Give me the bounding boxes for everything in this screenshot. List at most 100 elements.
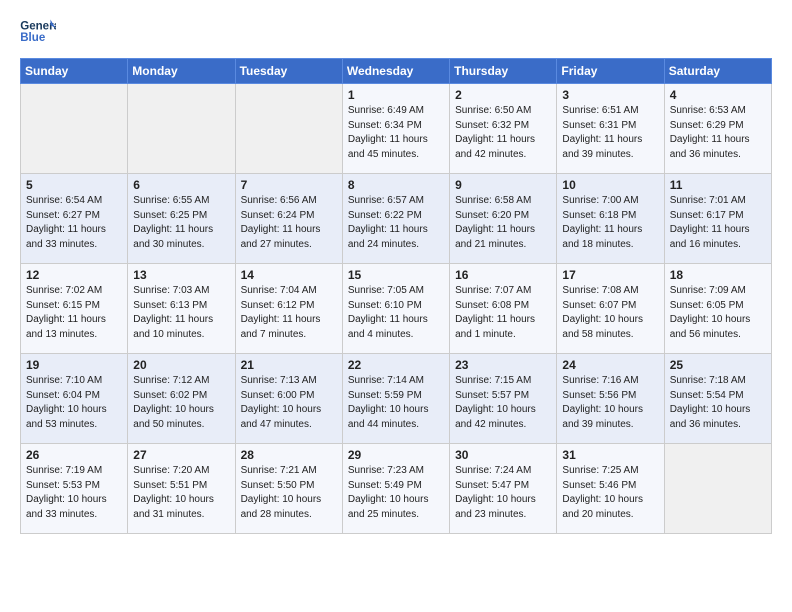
day-info: Sunrise: 6:56 AM Sunset: 6:24 PM Dayligh… <box>241 194 337 252</box>
calendar-cell: 25 Sunrise: 7:18 AM Sunset: 5:54 PM Dayli… <box>664 354 771 444</box>
day-number: 19 <box>26 358 122 372</box>
calendar-cell: 16 Sunrise: 7:07 AM Sunset: 6:08 PM Dayli… <box>450 264 557 354</box>
day-number: 4 <box>670 88 766 102</box>
day-number: 5 <box>26 178 122 192</box>
weekday-header-tuesday: Tuesday <box>235 59 342 84</box>
day-info: Sunrise: 7:15 AM Sunset: 5:57 PM Dayligh… <box>455 374 551 432</box>
day-info: Sunrise: 7:10 AM Sunset: 6:04 PM Dayligh… <box>26 374 122 432</box>
day-number: 6 <box>133 178 229 192</box>
calendar-cell: 22 Sunrise: 7:14 AM Sunset: 5:59 PM Dayli… <box>342 354 449 444</box>
day-info: Sunrise: 6:55 AM Sunset: 6:25 PM Dayligh… <box>133 194 229 252</box>
calendar-wrapper: General Blue SundayMondayTuesdayWednesda… <box>0 0 792 550</box>
calendar-cell <box>235 84 342 174</box>
calendar-cell: 5 Sunrise: 6:54 AM Sunset: 6:27 PM Daylig… <box>21 174 128 264</box>
day-number: 7 <box>241 178 337 192</box>
week-row-4: 26 Sunrise: 7:19 AM Sunset: 5:53 PM Dayli… <box>21 444 772 534</box>
day-info: Sunrise: 7:19 AM Sunset: 5:53 PM Dayligh… <box>26 464 122 522</box>
day-number: 12 <box>26 268 122 282</box>
week-row-0: 1 Sunrise: 6:49 AM Sunset: 6:34 PM Daylig… <box>21 84 772 174</box>
calendar-body: 1 Sunrise: 6:49 AM Sunset: 6:34 PM Daylig… <box>21 84 772 534</box>
day-number: 18 <box>670 268 766 282</box>
calendar-cell: 14 Sunrise: 7:04 AM Sunset: 6:12 PM Dayli… <box>235 264 342 354</box>
day-info: Sunrise: 6:57 AM Sunset: 6:22 PM Dayligh… <box>348 194 444 252</box>
calendar-cell: 28 Sunrise: 7:21 AM Sunset: 5:50 PM Dayli… <box>235 444 342 534</box>
day-number: 22 <box>348 358 444 372</box>
day-info: Sunrise: 7:25 AM Sunset: 5:46 PM Dayligh… <box>562 464 658 522</box>
day-info: Sunrise: 6:50 AM Sunset: 6:32 PM Dayligh… <box>455 104 551 162</box>
day-info: Sunrise: 7:18 AM Sunset: 5:54 PM Dayligh… <box>670 374 766 432</box>
day-number: 21 <box>241 358 337 372</box>
day-number: 2 <box>455 88 551 102</box>
calendar-cell: 13 Sunrise: 7:03 AM Sunset: 6:13 PM Dayli… <box>128 264 235 354</box>
day-number: 3 <box>562 88 658 102</box>
day-number: 13 <box>133 268 229 282</box>
day-number: 10 <box>562 178 658 192</box>
day-info: Sunrise: 7:14 AM Sunset: 5:59 PM Dayligh… <box>348 374 444 432</box>
day-number: 1 <box>348 88 444 102</box>
day-info: Sunrise: 6:53 AM Sunset: 6:29 PM Dayligh… <box>670 104 766 162</box>
calendar-table: SundayMondayTuesdayWednesdayThursdayFrid… <box>20 58 772 534</box>
day-info: Sunrise: 7:07 AM Sunset: 6:08 PM Dayligh… <box>455 284 551 342</box>
calendar-cell: 17Sunrise: 7:08 AM Sunset: 6:07 PM Dayli… <box>557 264 664 354</box>
day-info: Sunrise: 6:49 AM Sunset: 6:34 PM Dayligh… <box>348 104 444 162</box>
weekday-header-sunday: Sunday <box>21 59 128 84</box>
calendar-cell: 19 Sunrise: 7:10 AM Sunset: 6:04 PM Dayli… <box>21 354 128 444</box>
calendar-cell: 20 Sunrise: 7:12 AM Sunset: 6:02 PM Dayli… <box>128 354 235 444</box>
day-number: 23 <box>455 358 551 372</box>
weekday-header-monday: Monday <box>128 59 235 84</box>
calendar-cell: 6 Sunrise: 6:55 AM Sunset: 6:25 PM Daylig… <box>128 174 235 264</box>
calendar-cell: 18 Sunrise: 7:09 AM Sunset: 6:05 PM Dayli… <box>664 264 771 354</box>
calendar-cell: 1 Sunrise: 6:49 AM Sunset: 6:34 PM Daylig… <box>342 84 449 174</box>
calendar-cell <box>128 84 235 174</box>
day-number: 11 <box>670 178 766 192</box>
calendar-cell: 7 Sunrise: 6:56 AM Sunset: 6:24 PM Daylig… <box>235 174 342 264</box>
calendar-cell: 27Sunrise: 7:20 AM Sunset: 5:51 PM Dayli… <box>128 444 235 534</box>
calendar-cell: 29 Sunrise: 7:23 AM Sunset: 5:49 PM Dayli… <box>342 444 449 534</box>
logo-icon: General Blue <box>20 16 56 48</box>
calendar-cell: 31 Sunrise: 7:25 AM Sunset: 5:46 PM Dayli… <box>557 444 664 534</box>
day-number: 16 <box>455 268 551 282</box>
day-info: Sunrise: 7:03 AM Sunset: 6:13 PM Dayligh… <box>133 284 229 342</box>
day-number: 29 <box>348 448 444 462</box>
day-info: Sunrise: 7:23 AM Sunset: 5:49 PM Dayligh… <box>348 464 444 522</box>
day-number: 28 <box>241 448 337 462</box>
day-number: 31 <box>562 448 658 462</box>
day-number: 26 <box>26 448 122 462</box>
day-info: Sunrise: 6:54 AM Sunset: 6:27 PM Dayligh… <box>26 194 122 252</box>
calendar-cell <box>664 444 771 534</box>
day-info: Sunrise: 7:24 AM Sunset: 5:47 PM Dayligh… <box>455 464 551 522</box>
week-row-1: 5 Sunrise: 6:54 AM Sunset: 6:27 PM Daylig… <box>21 174 772 264</box>
calendar-cell: 12 Sunrise: 7:02 AM Sunset: 6:15 PM Dayli… <box>21 264 128 354</box>
day-number: 25 <box>670 358 766 372</box>
weekday-header-saturday: Saturday <box>664 59 771 84</box>
day-info: Sunrise: 7:12 AM Sunset: 6:02 PM Dayligh… <box>133 374 229 432</box>
week-row-2: 12 Sunrise: 7:02 AM Sunset: 6:15 PM Dayli… <box>21 264 772 354</box>
day-info: Sunrise: 6:58 AM Sunset: 6:20 PM Dayligh… <box>455 194 551 252</box>
day-number: 15 <box>348 268 444 282</box>
day-info: Sunrise: 7:21 AM Sunset: 5:50 PM Dayligh… <box>241 464 337 522</box>
day-number: 9 <box>455 178 551 192</box>
day-info: Sunrise: 7:08 AM Sunset: 6:07 PM Dayligh… <box>562 284 658 342</box>
weekday-header-friday: Friday <box>557 59 664 84</box>
calendar-cell: 9 Sunrise: 6:58 AM Sunset: 6:20 PM Daylig… <box>450 174 557 264</box>
day-number: 8 <box>348 178 444 192</box>
calendar-cell: 4 Sunrise: 6:53 AM Sunset: 6:29 PM Daylig… <box>664 84 771 174</box>
weekday-header-thursday: Thursday <box>450 59 557 84</box>
logo: General Blue <box>20 16 56 48</box>
day-info: Sunrise: 7:04 AM Sunset: 6:12 PM Dayligh… <box>241 284 337 342</box>
day-number: 14 <box>241 268 337 282</box>
calendar-cell: 23 Sunrise: 7:15 AM Sunset: 5:57 PM Dayli… <box>450 354 557 444</box>
calendar-cell: 15Sunrise: 7:05 AM Sunset: 6:10 PM Dayli… <box>342 264 449 354</box>
week-row-3: 19 Sunrise: 7:10 AM Sunset: 6:04 PM Dayli… <box>21 354 772 444</box>
day-info: Sunrise: 7:13 AM Sunset: 6:00 PM Dayligh… <box>241 374 337 432</box>
day-info: Sunrise: 7:16 AM Sunset: 5:56 PM Dayligh… <box>562 374 658 432</box>
day-info: Sunrise: 7:09 AM Sunset: 6:05 PM Dayligh… <box>670 284 766 342</box>
day-info: Sunrise: 6:51 AM Sunset: 6:31 PM Dayligh… <box>562 104 658 162</box>
svg-text:Blue: Blue <box>20 32 46 44</box>
calendar-cell: 26 Sunrise: 7:19 AM Sunset: 5:53 PM Dayli… <box>21 444 128 534</box>
day-info: Sunrise: 7:02 AM Sunset: 6:15 PM Dayligh… <box>26 284 122 342</box>
day-number: 20 <box>133 358 229 372</box>
weekday-header-row: SundayMondayTuesdayWednesdayThursdayFrid… <box>21 59 772 84</box>
calendar-cell: 24Sunrise: 7:16 AM Sunset: 5:56 PM Dayli… <box>557 354 664 444</box>
day-info: Sunrise: 7:01 AM Sunset: 6:17 PM Dayligh… <box>670 194 766 252</box>
